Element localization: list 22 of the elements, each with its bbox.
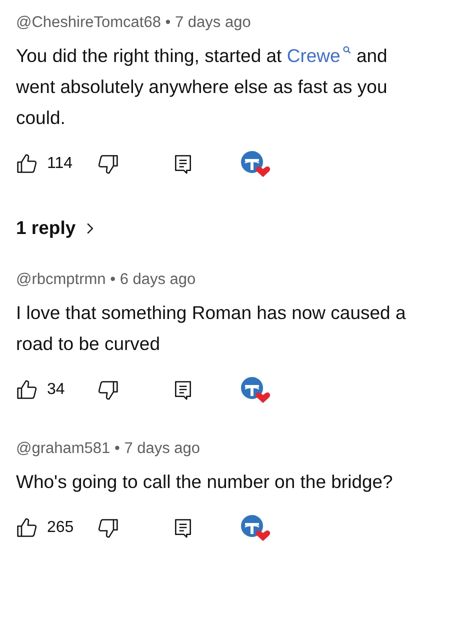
comment-meta: @CheshireTomcat68 • 7 days ago bbox=[16, 13, 252, 33]
comment-text: Who's going to call the number on the bridge? bbox=[16, 470, 394, 494]
reply-icon[interactable] bbox=[172, 379, 194, 401]
thumbs-down-icon[interactable] bbox=[97, 517, 119, 539]
comment-text: You did the right thing, started at Crewe and went absolutely anywhere else as fast as you could. bbox=[16, 44, 388, 130]
thumbs-up-icon[interactable] bbox=[16, 517, 38, 539]
like-count: 34 bbox=[47, 381, 66, 399]
comment-meta: @rbcmptrmn • 6 days ago bbox=[16, 270, 197, 290]
replies-button[interactable]: 1 reply bbox=[16, 217, 94, 239]
chevron-right-icon[interactable] bbox=[86, 222, 94, 234]
comment-text: I love that something Roman has now caused a road to be curved bbox=[16, 301, 407, 356]
reply-icon[interactable] bbox=[172, 153, 194, 175]
thumbs-up-icon[interactable] bbox=[16, 153, 38, 175]
search-icon[interactable] bbox=[343, 46, 352, 54]
thumbs-up-icon[interactable] bbox=[16, 379, 38, 401]
thumbs-down-icon[interactable] bbox=[97, 379, 119, 401]
like-count: 265 bbox=[47, 519, 75, 537]
like-count: 114 bbox=[47, 155, 74, 173]
search-link[interactable]: Crewe bbox=[286, 45, 352, 66]
reply-icon[interactable] bbox=[172, 517, 194, 539]
thumbs-down-icon[interactable] bbox=[97, 153, 119, 175]
comment-meta: @graham581 • 7 days ago bbox=[16, 439, 202, 459]
